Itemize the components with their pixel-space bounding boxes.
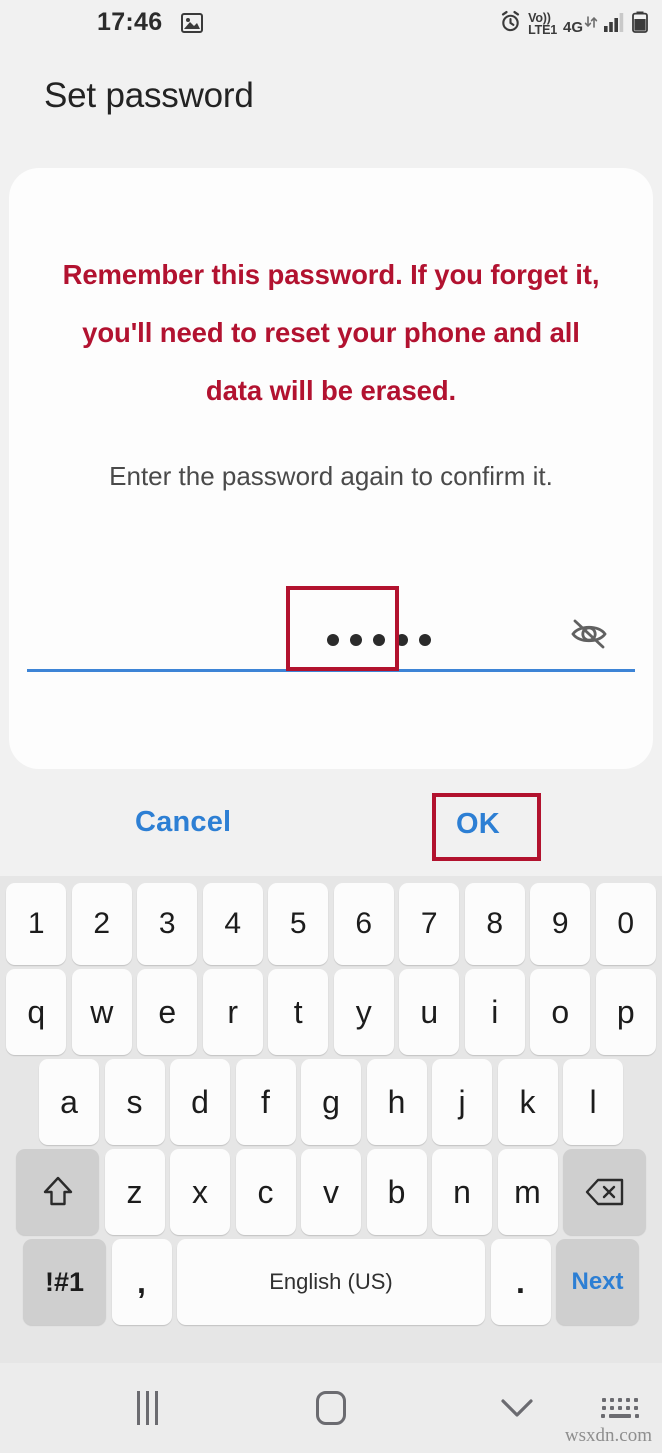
key-e[interactable]: e — [137, 969, 198, 1055]
key-9[interactable]: 9 — [530, 883, 591, 965]
key-c[interactable]: c — [235, 1149, 296, 1235]
keyboard-row-top: q w e r t y u i o p — [0, 969, 662, 1055]
key-b[interactable]: b — [366, 1149, 427, 1235]
password-dot — [396, 634, 408, 646]
key-5[interactable]: 5 — [268, 883, 329, 965]
password-instruction-text: Enter the password again to confirm it. — [109, 461, 553, 491]
keyboard-row-numbers: 1 2 3 4 5 6 7 8 9 0 — [0, 883, 662, 965]
password-dot — [373, 634, 385, 646]
key-f[interactable]: f — [235, 1059, 296, 1145]
password-dot — [327, 634, 339, 646]
password-warning-text: Remember this password. If you forget it… — [62, 259, 600, 406]
status-bar: 17:46 Vo)) LTE1 4G — [0, 0, 662, 50]
key-8[interactable]: 8 — [464, 883, 525, 965]
volte-indicator: Vo)) LTE1 — [528, 11, 557, 37]
keyboard-row-bottom-letters: z x c v b n m — [0, 1149, 662, 1235]
shift-arrow-icon[interactable] — [16, 1149, 99, 1235]
password-dot — [350, 634, 362, 646]
key-n[interactable]: n — [432, 1149, 492, 1235]
key-o[interactable]: o — [530, 969, 591, 1055]
eye-off-icon[interactable] — [567, 614, 611, 654]
data-transfer-icon — [584, 14, 598, 35]
key-2[interactable]: 2 — [71, 883, 132, 965]
key-v[interactable]: v — [301, 1149, 361, 1235]
cancel-button[interactable]: Cancel — [135, 806, 231, 839]
key-t[interactable]: t — [268, 969, 329, 1055]
chevron-down-icon[interactable] — [487, 1385, 547, 1431]
key-s[interactable]: s — [104, 1059, 165, 1145]
key-7[interactable]: 7 — [399, 883, 460, 965]
image-icon — [181, 13, 203, 33]
key-j[interactable]: j — [432, 1059, 492, 1145]
period-key[interactable]: . — [490, 1239, 551, 1325]
key-6[interactable]: 6 — [333, 883, 394, 965]
key-x[interactable]: x — [170, 1149, 230, 1235]
key-p[interactable]: p — [595, 969, 656, 1055]
password-dot — [419, 634, 431, 646]
phone-screen: 17:46 Vo)) LTE1 4G Set password Remember… — [0, 0, 662, 1453]
space-key[interactable]: English (US) — [177, 1239, 485, 1325]
password-field-underline — [27, 669, 635, 672]
key-w[interactable]: w — [71, 969, 132, 1055]
key-g[interactable]: g — [301, 1059, 361, 1145]
onscreen-keyboard: 1 2 3 4 5 6 7 8 9 0 q w e r t y u i o p … — [0, 876, 662, 1363]
comma-key[interactable]: , — [111, 1239, 172, 1325]
confirm-password-field[interactable] — [27, 588, 635, 672]
key-l[interactable]: l — [563, 1059, 623, 1145]
site-watermark: wsxdn.com — [564, 1425, 652, 1446]
key-z[interactable]: z — [104, 1149, 165, 1235]
signal-bars-icon — [604, 12, 626, 37]
home-glyph — [316, 1391, 346, 1425]
symbols-key[interactable]: !#1 — [23, 1239, 106, 1325]
status-icons-group: Vo)) LTE1 4G — [499, 6, 648, 42]
dialog-button-row: Cancel OK — [0, 790, 662, 868]
battery-icon — [632, 11, 648, 38]
backspace-icon[interactable] — [563, 1149, 646, 1235]
key-0[interactable]: 0 — [595, 883, 656, 965]
network-indicator: 4G — [563, 14, 598, 35]
home-icon[interactable] — [301, 1385, 361, 1431]
network-type-label: 4G — [562, 18, 583, 36]
key-1[interactable]: 1 — [6, 883, 67, 965]
recents-glyph — [136, 1391, 158, 1425]
key-a[interactable]: a — [39, 1059, 99, 1145]
recents-icon[interactable] — [117, 1385, 177, 1431]
alarm-clock-icon — [499, 10, 522, 38]
navigation-bar: wsxdn.com — [0, 1363, 662, 1453]
key-q[interactable]: q — [6, 969, 67, 1055]
status-clock: 17:46 — [97, 8, 163, 36]
key-u[interactable]: u — [399, 969, 460, 1055]
keyboard-row-home: a s d f g h j k l — [0, 1059, 662, 1145]
key-3[interactable]: 3 — [137, 883, 198, 965]
ok-button[interactable]: OK — [456, 808, 500, 841]
key-i[interactable]: i — [464, 969, 525, 1055]
key-4[interactable]: 4 — [202, 883, 263, 965]
keyboard-row-function: !#1 , English (US) . Next — [0, 1239, 662, 1325]
set-password-dialog: Remember this password. If you forget it… — [9, 168, 653, 769]
password-masked-value — [327, 634, 431, 646]
key-r[interactable]: r — [202, 969, 263, 1055]
key-h[interactable]: h — [366, 1059, 427, 1145]
key-k[interactable]: k — [497, 1059, 558, 1145]
page-title: Set password — [44, 76, 254, 115]
key-y[interactable]: y — [333, 969, 394, 1055]
key-d[interactable]: d — [170, 1059, 230, 1145]
keyboard-switcher-glyph — [601, 1398, 639, 1418]
next-key[interactable]: Next — [556, 1239, 639, 1325]
key-m[interactable]: m — [497, 1149, 558, 1235]
volte-label-bottom: LTE1 — [528, 23, 557, 37]
